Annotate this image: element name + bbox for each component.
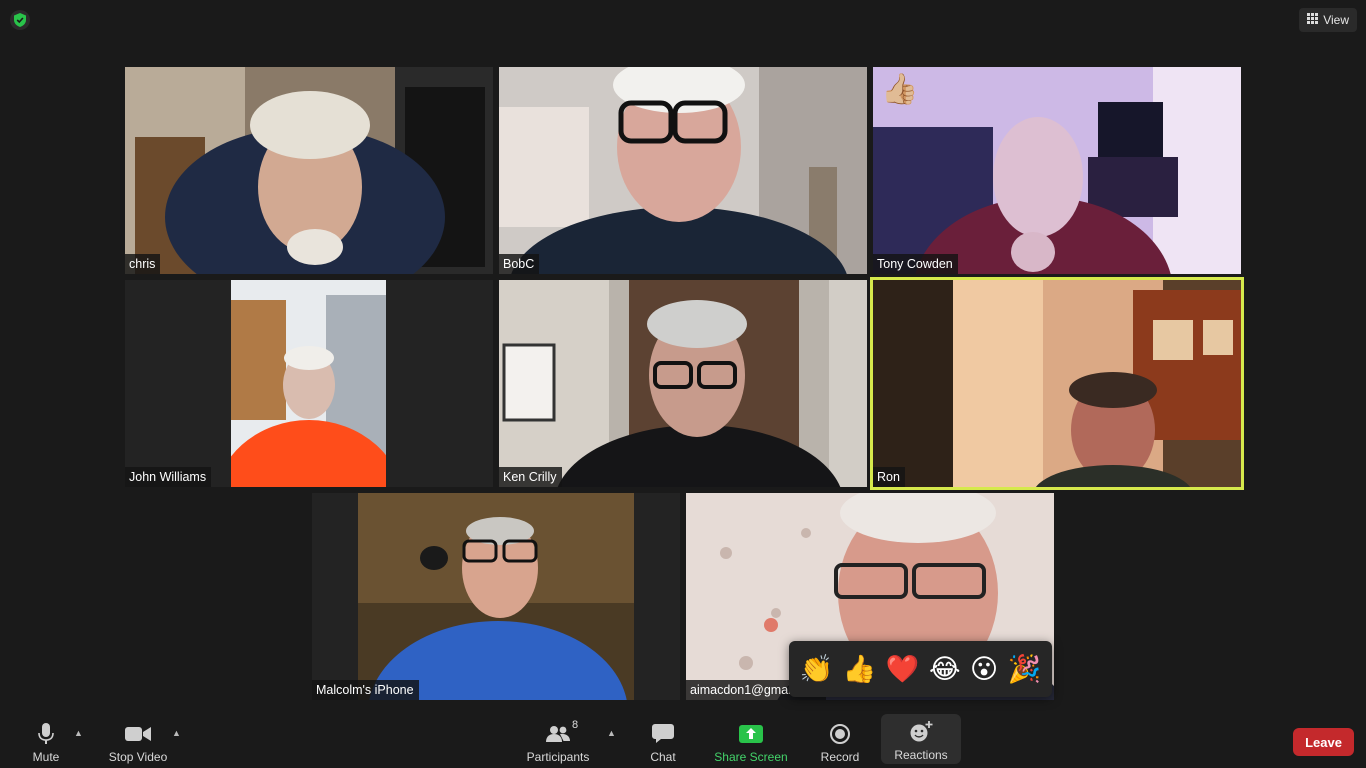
zoom-meeting-window: View chris BobC 👍🏼 Tony Cowden John Will… xyxy=(0,0,1366,768)
reactions-label: Reactions xyxy=(894,748,948,762)
record-button[interactable]: Record xyxy=(818,716,862,768)
participant-name: Tony Cowden xyxy=(873,254,958,274)
video-camera-icon xyxy=(125,722,151,746)
video-feed xyxy=(499,280,867,487)
video-feed xyxy=(358,493,634,700)
surprised-face-reaction-icon[interactable]: 😮 xyxy=(970,656,998,683)
party-popper-reaction-icon[interactable]: 🎉 xyxy=(1008,656,1042,683)
participants-icon: 8 xyxy=(546,719,578,746)
audio-options-chevron-up-icon[interactable]: ▲ xyxy=(74,728,83,738)
video-tile-john-williams[interactable]: John Williams xyxy=(125,280,493,487)
microphone-icon xyxy=(38,722,54,746)
video-tile-bobc[interactable]: BobC xyxy=(499,67,867,274)
participant-name: Ron xyxy=(873,467,905,487)
video-feed xyxy=(873,67,1241,274)
record-label: Record xyxy=(820,750,860,764)
video-feed xyxy=(873,280,1241,487)
view-button[interactable]: View xyxy=(1299,8,1357,32)
participant-name: Ken Crilly xyxy=(499,467,562,487)
video-tile-ken-crilly[interactable]: Ken Crilly xyxy=(499,280,867,487)
video-tile-chris[interactable]: chris xyxy=(125,67,493,274)
video-options-chevron-up-icon[interactable]: ▲ xyxy=(172,728,181,738)
thumbs-up-reaction-icon[interactable]: 👍 xyxy=(843,656,877,683)
participant-name: Malcolm's iPhone xyxy=(312,680,419,700)
tears-of-joy-reaction-icon[interactable]: 😂 xyxy=(929,656,961,683)
smiley-plus-icon xyxy=(909,720,933,744)
share-screen-button[interactable]: Share Screen xyxy=(712,716,790,768)
mute-button[interactable]: Mute xyxy=(24,716,68,768)
participants-options-chevron-up-icon[interactable]: ▲ xyxy=(607,728,616,738)
video-feed xyxy=(125,67,493,274)
encryption-shield-icon[interactable] xyxy=(10,10,30,30)
meeting-toolbar: Mute ▲ Stop Video ▲ 8 Participants ▲ Cha… xyxy=(0,714,1366,768)
view-label: View xyxy=(1323,13,1349,27)
chat-bubble-icon xyxy=(652,722,674,746)
video-tile-malcolms-iphone[interactable]: Malcolm's iPhone xyxy=(312,493,680,700)
record-icon xyxy=(830,722,850,746)
thumbs-up-reaction-icon: 👍🏼 xyxy=(881,73,919,106)
participants-label: Participants xyxy=(526,750,590,764)
clapping-hands-reaction-icon[interactable]: 👏 xyxy=(800,656,834,683)
participant-name: John Williams xyxy=(125,467,212,487)
stop-video-button[interactable]: Stop Video xyxy=(104,716,172,768)
video-feed xyxy=(231,280,386,487)
share-screen-icon xyxy=(739,722,763,746)
mute-label: Mute xyxy=(32,750,60,764)
participant-count: 8 xyxy=(572,719,579,731)
share-screen-label: Share Screen xyxy=(714,750,788,764)
video-feed xyxy=(499,67,867,274)
heart-reaction-icon[interactable]: ❤️ xyxy=(886,656,920,683)
participant-name: BobC xyxy=(499,254,540,274)
reactions-picker: 👏 👍 ❤️ 😂 😮 🎉 xyxy=(789,641,1052,697)
video-tile-ron-active-speaker[interactable]: Ron xyxy=(870,277,1244,490)
chat-label: Chat xyxy=(650,750,676,764)
participant-name: chris xyxy=(125,254,161,274)
participants-button[interactable]: 8 Participants xyxy=(524,716,592,768)
stop-video-label: Stop Video xyxy=(108,750,168,764)
reactions-button[interactable]: Reactions xyxy=(881,714,961,764)
chat-button[interactable]: Chat xyxy=(643,716,683,768)
video-tile-tony-cowden[interactable]: 👍🏼 Tony Cowden xyxy=(873,67,1241,274)
grid-icon xyxy=(1307,13,1319,27)
leave-button[interactable]: Leave xyxy=(1293,728,1354,756)
